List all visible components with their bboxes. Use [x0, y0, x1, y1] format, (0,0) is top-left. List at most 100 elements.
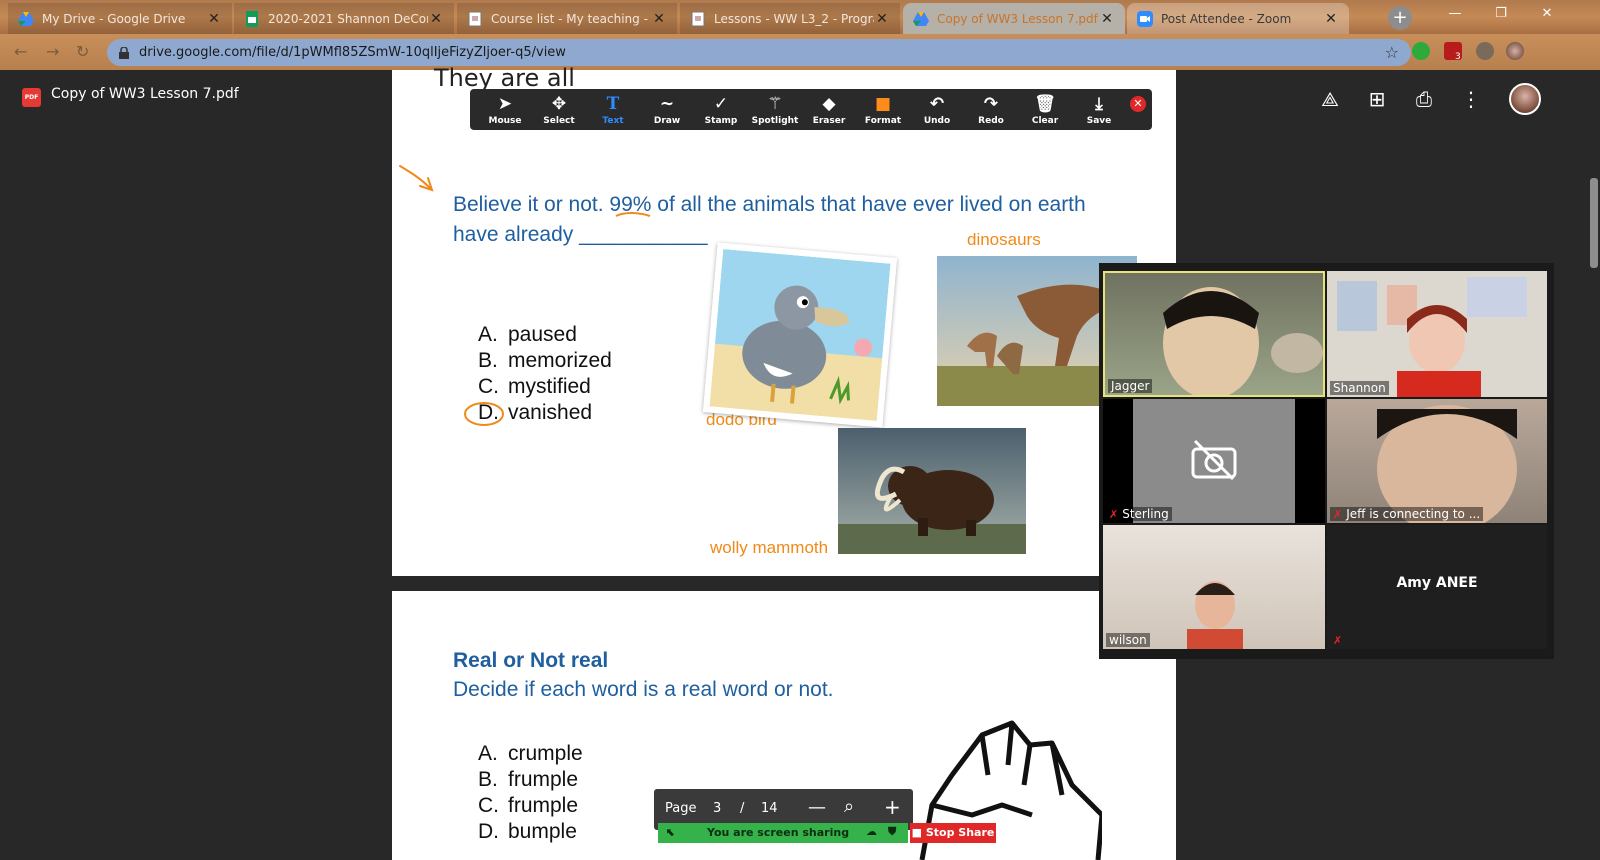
- lock-icon: [119, 46, 129, 59]
- trash-icon: 🗑: [1034, 94, 1056, 114]
- zoom-magnifier-icon[interactable]: ⌕: [844, 796, 854, 817]
- video-tile-amy[interactable]: Amy ANEE ✗: [1327, 525, 1547, 649]
- annotation-arrow-drawing: [399, 165, 434, 192]
- back-icon[interactable]: ←: [14, 42, 27, 61]
- eraser-icon: ◆: [822, 94, 836, 114]
- close-annotation-icon[interactable]: ✕: [1130, 96, 1146, 112]
- video-tile-wilson[interactable]: wilson: [1103, 525, 1325, 649]
- participant-video: [1337, 277, 1527, 397]
- tool-draw[interactable]: ∼ Draw: [640, 94, 694, 126]
- account-avatar[interactable]: [1509, 83, 1541, 115]
- tab-my-drive[interactable]: My Drive - Google Drive ✕: [8, 3, 232, 34]
- close-window-icon[interactable]: ✕: [1524, 0, 1570, 30]
- tool-undo[interactable]: ↶ Undo: [910, 94, 964, 126]
- page-separator: /: [740, 801, 745, 816]
- print-icon[interactable]: ⎙: [1411, 86, 1437, 112]
- google-drive-icon: [18, 11, 34, 26]
- video-tile-shannon[interactable]: Shannon: [1327, 271, 1547, 397]
- tool-save[interactable]: ⤓ Save: [1072, 94, 1126, 126]
- more-options-icon[interactable]: ⋮: [1458, 86, 1484, 112]
- restore-icon[interactable]: ❐: [1478, 0, 1524, 30]
- minimize-icon[interactable]: —: [1432, 0, 1478, 30]
- tab-close-icon[interactable]: ✕: [1099, 11, 1115, 27]
- address-bar[interactable]: drive.google.com/file/d/1pWMfl85ZSmW-10q…: [107, 39, 1411, 66]
- page-icon: [691, 11, 705, 26]
- video-tile-jagger[interactable]: Jagger: [1103, 271, 1325, 397]
- option-b: B. frumple: [478, 768, 579, 791]
- video-tile-jeff[interactable]: ✗ Jeff is connecting to ...: [1327, 399, 1547, 523]
- option-a: A. crumple: [478, 742, 583, 765]
- new-tab-button[interactable]: +: [1388, 6, 1412, 30]
- profile-avatar-icon[interactable]: [1506, 42, 1524, 60]
- participant-name: Jagger: [1108, 379, 1153, 393]
- tab-sheets[interactable]: 2020-2021 Shannon DeConkey ✕: [234, 3, 454, 34]
- cloud-icon: ☁: [866, 825, 877, 838]
- stop-share-button[interactable]: ■ Stop Share: [910, 823, 996, 843]
- extension-chat-icon[interactable]: [1412, 42, 1430, 60]
- scrollbar-thumb[interactable]: [1590, 178, 1598, 268]
- zoom-out-icon[interactable]: —: [808, 797, 826, 818]
- mic-muted-icon: ✗: [1333, 508, 1343, 521]
- color-swatch-icon: ■: [874, 94, 892, 114]
- extension-puzzle-icon[interactable]: [1476, 42, 1494, 60]
- tool-spotlight[interactable]: ⚚ Spotlight: [748, 94, 802, 126]
- url-text: drive.google.com/file/d/1pWMfl85ZSmW-10q…: [139, 45, 566, 60]
- reload-icon[interactable]: ↻: [76, 42, 89, 61]
- google-sheets-icon: [246, 10, 258, 27]
- annotation-underline: [615, 212, 651, 217]
- tab-close-icon[interactable]: ✕: [206, 11, 222, 27]
- participant-name: ✗ Jeff is connecting to ...: [1330, 507, 1484, 521]
- draw-wave-icon: ∼: [659, 94, 675, 114]
- section-title: Real or Not real: [453, 649, 609, 672]
- forward-icon[interactable]: →: [46, 42, 59, 61]
- tab-lesson-pdf[interactable]: Copy of WW3 Lesson 7.pdf - G ✕: [903, 3, 1125, 34]
- pdf-page-3: They are all ________ Believe it or not.…: [392, 64, 1176, 576]
- google-drive-icon: [913, 11, 929, 26]
- participant-video: [1187, 581, 1243, 649]
- magic-wand-icon: ⚚: [767, 94, 783, 114]
- previous-question-text: They are all ________: [434, 64, 679, 92]
- tool-mouse[interactable]: ➤ Mouse: [478, 94, 532, 126]
- text-icon: T: [606, 94, 620, 114]
- video-tile-sterling[interactable]: ✗ Sterling: [1103, 399, 1325, 523]
- tool-select[interactable]: ✥ Select: [532, 94, 586, 126]
- tool-stamp[interactable]: ✓ Stamp: [694, 94, 748, 126]
- tool-eraser[interactable]: ◆ Eraser: [802, 94, 856, 126]
- pdf-file-icon: PDF: [22, 88, 41, 107]
- tab-close-icon[interactable]: ✕: [651, 11, 667, 27]
- tab-close-icon[interactable]: ✕: [874, 11, 890, 27]
- shield-icon: ⛊: [888, 825, 897, 838]
- tool-redo[interactable]: ↷ Redo: [964, 94, 1018, 126]
- tab-title: Post Attendee - Zoom: [1161, 11, 1292, 26]
- mic-muted-icon: ✗: [1333, 634, 1343, 647]
- page-current[interactable]: 3: [713, 801, 721, 816]
- section-instructions: Decide if each word is a real word or no…: [453, 678, 834, 701]
- tab-course-list[interactable]: Course list - My teaching - Aca ✕: [457, 3, 677, 34]
- save-download-icon: ⤓: [1095, 94, 1103, 114]
- tool-format[interactable]: ■ Format: [856, 94, 910, 126]
- zoom-in-icon[interactable]: +: [884, 795, 901, 819]
- tab-lessons[interactable]: Lessons - WW L3_2 - Programs ✕: [680, 3, 900, 34]
- undo-icon: ↶: [929, 94, 945, 114]
- tab-title: Course list - My teaching - Aca: [491, 11, 651, 26]
- option-a: A. paused: [478, 323, 577, 346]
- option-c: C. frumple: [478, 794, 579, 817]
- participant-video: [1377, 405, 1517, 523]
- option-b: B. memorized: [478, 349, 612, 372]
- tool-clear[interactable]: 🗑 Clear: [1018, 94, 1072, 126]
- add-to-drive-icon[interactable]: ⟁: [1317, 86, 1343, 112]
- tab-close-icon[interactable]: ✕: [428, 11, 444, 27]
- tab-strip: My Drive - Google Drive ✕ 2020-2021 Shan…: [0, 0, 1600, 34]
- page-total: 14: [761, 801, 778, 816]
- tab-zoom[interactable]: Post Attendee - Zoom ✕: [1127, 3, 1349, 34]
- page-icon: [468, 11, 482, 26]
- bookmark-star-icon[interactable]: ☆: [1385, 43, 1399, 62]
- open-in-new-icon[interactable]: ⊞: [1364, 86, 1390, 112]
- tool-text[interactable]: T Text: [586, 94, 640, 126]
- tab-close-icon[interactable]: ✕: [1323, 11, 1339, 27]
- checkmark-icon: ✓: [713, 94, 729, 114]
- participant-name: ✗ Sterling: [1106, 507, 1172, 521]
- option-c: C. mystified: [478, 375, 591, 398]
- tab-title: Lessons - WW L3_2 - Programs: [714, 11, 874, 26]
- participant-name-center: Amy ANEE: [1396, 575, 1478, 591]
